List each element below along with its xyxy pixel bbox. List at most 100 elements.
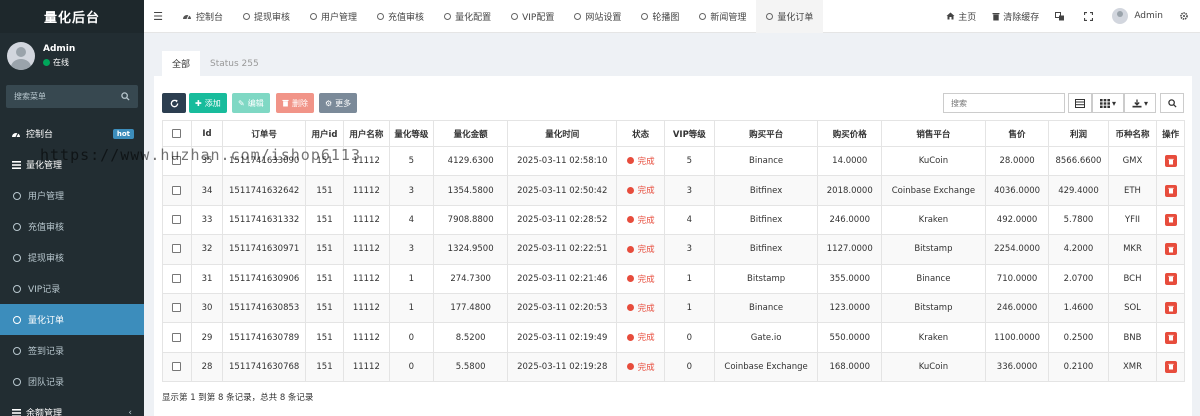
sidebar-item-checkin-records[interactable]: 签到记录 <box>0 335 144 366</box>
cell-value: 550.0000 <box>829 332 871 343</box>
filter-tab-status-255[interactable]: Status 255 <box>200 51 269 76</box>
search-icon[interactable] <box>121 92 130 101</box>
row-checkbox[interactable] <box>172 303 182 313</box>
table-cell: 1354.5800 <box>433 175 509 206</box>
home-label: 主页 <box>958 12 977 23</box>
tab-label: 提现审核 <box>254 12 291 23</box>
sidebar-item-quant-orders[interactable]: 量化订单 <box>0 304 144 335</box>
row-delete-button[interactable] <box>1164 184 1177 197</box>
table-search-input[interactable] <box>951 98 1057 108</box>
search-button[interactable] <box>1160 93 1184 113</box>
sidebar-item-withdraw-review[interactable]: 提现审核 <box>0 242 144 273</box>
row-checkbox[interactable] <box>172 214 182 224</box>
add-button[interactable]: ✚ 添加 <box>189 93 227 113</box>
tab-carousel[interactable]: 轮播图 <box>631 0 689 33</box>
edit-button[interactable]: ✎ 编辑 <box>232 93 270 113</box>
translate-button[interactable] <box>1047 11 1076 21</box>
sidebar-search-input[interactable] <box>14 92 121 101</box>
column-header[interactable]: 用户id <box>304 120 345 147</box>
column-header[interactable]: 量化时间 <box>507 120 618 147</box>
table-cell: Coinbase Exchange <box>881 175 986 206</box>
tab-label: 量化订单 <box>777 12 814 23</box>
status-dot-icon <box>626 333 634 341</box>
refresh-icon <box>170 99 178 107</box>
tab-user-management[interactable]: 用户管理 <box>300 0 367 33</box>
settings-button[interactable] <box>1171 11 1200 21</box>
row-checkbox[interactable] <box>172 185 182 195</box>
status-badge: 完成 <box>626 331 655 343</box>
tab-withdraw-review[interactable]: 提现审核 <box>233 0 300 33</box>
toggle-view-button[interactable] <box>1068 93 1092 113</box>
table-cell: 151 <box>304 263 345 294</box>
select-all-checkbox[interactable] <box>172 128 182 138</box>
export-button[interactable]: ▾ <box>1124 93 1156 113</box>
circle-icon <box>13 222 21 231</box>
tab-site-settings[interactable]: 网站设置 <box>564 0 631 33</box>
column-header[interactable]: 状态 <box>616 120 665 147</box>
gear-icon: ⚙ <box>325 98 333 108</box>
columns-button[interactable]: ▾ <box>1092 93 1124 113</box>
row-delete-button[interactable] <box>1164 155 1177 168</box>
table-cell: 123.0000 <box>817 292 883 324</box>
column-header[interactable]: 购买平台 <box>713 120 819 147</box>
sidebar-item-dashboard[interactable]: 控制台 hot <box>0 118 144 149</box>
column-header[interactable]: 币种名称 <box>1107 120 1158 147</box>
cell-value: 28 <box>201 361 213 372</box>
row-checkbox[interactable] <box>172 332 182 342</box>
row-checkbox[interactable] <box>172 244 182 254</box>
column-header[interactable]: 用户名称 <box>343 120 390 147</box>
column-header[interactable]: 购买价格 <box>817 120 883 147</box>
tab-vip-config[interactable]: VIP配置 <box>501 0 564 33</box>
row-checkbox[interactable] <box>172 361 182 371</box>
clear-cache-button[interactable]: 清除缓存 <box>984 10 1047 23</box>
more-button[interactable]: ⚙ 更多 <box>319 93 358 113</box>
delete-button[interactable]: 删除 <box>276 93 314 113</box>
column-header[interactable]: VIP等级 <box>663 120 715 147</box>
table-cell: 429.4000 <box>1048 175 1109 206</box>
row-delete-button[interactable] <box>1164 302 1177 315</box>
sidebar-item-balance-management[interactable]: 余额管理 ‹ <box>0 397 144 416</box>
filter-tab-all[interactable]: 全部 <box>162 51 201 76</box>
column-header[interactable]: Id <box>190 120 224 147</box>
row-checkbox[interactable] <box>172 156 182 166</box>
sidebar-item-user-management[interactable]: 用户管理 <box>0 180 144 211</box>
cell-value: 11112 <box>352 273 380 284</box>
home-link[interactable]: 主页 <box>938 10 984 23</box>
sidebar-item-recharge-review[interactable]: 充值审核 <box>0 211 144 242</box>
row-checkbox[interactable] <box>172 273 182 283</box>
tab-news-management[interactable]: 新闻管理 <box>689 0 756 33</box>
row-delete-button[interactable] <box>1164 272 1177 285</box>
cell-value: 1 <box>408 303 415 314</box>
row-delete-button[interactable] <box>1164 213 1177 226</box>
tab-quant-config[interactable]: 量化配置 <box>434 0 501 33</box>
sidebar-item-quant-management[interactable]: 量化管理 <box>0 149 144 180</box>
tab-dashboard[interactable]: 控制台 <box>172 0 233 33</box>
column-header[interactable]: 售价 <box>984 120 1050 147</box>
row-delete-button[interactable] <box>1164 243 1177 256</box>
cell-value: 1511741632642 <box>229 185 300 196</box>
column-header[interactable]: 量化等级 <box>388 120 435 147</box>
sidebar-item-team-records[interactable]: 团队记录 <box>0 366 144 397</box>
sidebar-item-vip-records[interactable]: VIP记录 <box>0 273 144 304</box>
table-cell: XMR <box>1107 351 1158 383</box>
cell-value: 151 <box>316 273 333 284</box>
refresh-button[interactable] <box>162 93 186 113</box>
fullscreen-button[interactable] <box>1076 11 1104 21</box>
table-cell: 完成 <box>616 351 665 383</box>
row-delete-button[interactable] <box>1164 360 1177 373</box>
trash-icon <box>1168 158 1174 165</box>
column-header[interactable]: 利润 <box>1048 120 1109 147</box>
clear-cache-label: 清除缓存 <box>1003 12 1040 23</box>
circle-icon <box>377 12 385 20</box>
column-header[interactable]: 订单号 <box>222 120 306 147</box>
row-delete-button[interactable] <box>1164 331 1177 344</box>
admin-menu[interactable]: Admin <box>1104 8 1171 24</box>
sidebar-item-label: VIP记录 <box>28 285 61 295</box>
column-header[interactable]: 量化金额 <box>433 120 509 147</box>
tab-quant-orders[interactable]: 量化订单 <box>756 0 824 33</box>
column-header[interactable]: 销售平台 <box>881 120 986 147</box>
cell-value: Bitstamp <box>914 303 953 314</box>
tab-recharge-review[interactable]: 充值审核 <box>367 0 434 33</box>
brand-logo[interactable]: 量化后台 <box>0 0 144 33</box>
menu-toggle-icon[interactable]: ☰ <box>144 10 172 23</box>
